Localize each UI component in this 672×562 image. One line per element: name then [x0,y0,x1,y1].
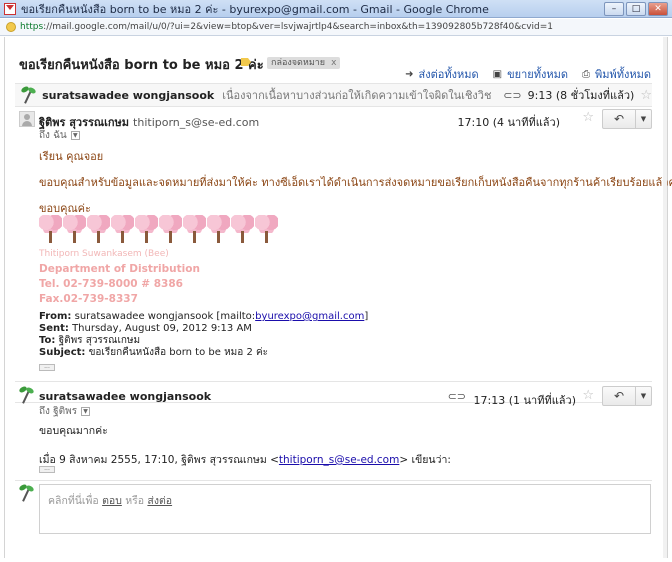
window-title: ขอเรียกคืนหนังสือ born to be หมอ 2 ค่ะ -… [21,2,489,16]
more-options-chevron-icon[interactable]: ▼ [636,109,652,129]
message-to: ถึง ฉัน ▼ [39,128,80,143]
reply-button-group: ↶ ▼ [602,109,652,129]
cherry-tree-icon [159,215,182,243]
message-expanded-2: suratsawadee wongjansook ถึง ฐิติพร ▼ ⊂⊃ … [15,381,652,481]
reply-area: คลิกที่นี่เพื่อ ตอบ หรือ ส่งต่อ [15,483,652,538]
quoted-email-link[interactable]: byurexpo@gmail.com [255,311,364,322]
collapsed-snippet: เนื่องจากเนื้อหาบางส่วนก่อให้เกิดความเข้… [222,89,492,102]
message-time: 17:13 (1 นาทีที่แล้ว) [473,394,576,407]
details-dropdown-icon[interactable]: ▼ [70,131,80,140]
remove-label-icon[interactable]: x [331,58,336,68]
quoted-header: From: suratsawadee wongjansook [mailto:b… [39,311,369,358]
cherry-blossom-banner [39,215,278,243]
star-icon[interactable]: ☆ [582,388,594,403]
cherry-tree-icon [135,215,158,243]
page-scrollbar[interactable] [663,37,667,558]
printer-icon: ⎙ [581,68,590,80]
message-body: ขอบคุณมากค่ะ เมื่อ 9 สิงหาคม 2555, 17:10… [39,425,451,466]
forward-all-button[interactable]: ➜ ส่งต่อทั้งหมด [405,65,479,83]
maximize-button[interactable]: □ [626,2,646,16]
cherry-tree-icon [111,215,134,243]
message-time: 17:10 (4 นาทีที่แล้ว) [457,116,560,129]
sender-avatar-icon [17,385,35,404]
cherry-tree-icon [183,215,206,243]
star-icon[interactable]: ☆ [640,88,652,103]
cherry-tree-icon [255,215,278,243]
gmail-popout-page: ขอเรียกคืนหนังสือ born to be หมอ 2 ค่ะ ก… [4,37,672,558]
reply-button[interactable]: ↶ [602,109,636,129]
collapsed-sender: suratsawadee wongjansook [42,88,215,102]
cherry-tree-icon [231,215,254,243]
reply-input-box[interactable]: คลิกที่นี่เพื่อ ตอบ หรือ ส่งต่อ [39,484,651,534]
thread-actions: ➜ ส่งต่อทั้งหมด ▣ ขยายทั้งหมด ⎙ พิมพ์ทั้งหม… [405,65,651,83]
star-icon[interactable]: ☆ [582,110,594,125]
close-button[interactable]: ✕ [648,2,668,16]
expand-icon: ▣ [492,68,503,80]
reply-button[interactable]: ↶ [602,386,636,406]
print-all-button[interactable]: ⎙ พิมพ์ทั้งหมด [582,65,651,83]
quoted-email-link[interactable]: thitiporn_s@se-ed.com [279,454,399,466]
show-trimmed-content-button[interactable]: ... [39,364,55,371]
collapsed-message[interactable]: suratsawadee wongjansook เนื่องจากเนื้อห… [15,83,652,107]
reply-link[interactable]: ตอบ [102,495,122,507]
default-avatar-icon [19,111,35,127]
gmail-favicon-icon [4,2,16,15]
minimize-button[interactable]: – [604,2,624,16]
message-body: เรียน คุณจอย ขอบคุณสำหรับข้อมูลและจดหมาย… [39,150,672,215]
forward-icon: ➜ [405,68,414,80]
cherry-tree-icon [87,215,110,243]
my-avatar-icon [17,483,35,502]
cherry-tree-icon [63,215,86,243]
expand-all-button[interactable]: ▣ ขยายทั้งหมด [493,65,568,83]
cherry-tree-icon [207,215,230,243]
window-titlebar: ขอเรียกคืนหนังสือ born to be หมอ 2 ค่ะ -… [0,0,672,18]
more-options-chevron-icon[interactable]: ▼ [636,386,652,406]
email-signature: Thitiporn Suwankasem (Bee) Department of… [39,249,200,305]
reply-button-group: ↶ ▼ [602,386,652,406]
sender-avatar-icon [19,85,37,104]
address-bar[interactable]: https://mail.google.com/mail/u/0/?ui=2&v… [0,19,672,36]
show-trimmed-content-button[interactable]: ... [39,466,55,473]
label-chip-inbox[interactable]: กล่องจดหมาย x [267,57,341,69]
attachment-icon: ⊂⊃ [447,390,466,403]
secure-lock-icon [6,22,16,32]
collapsed-time: 9:13 (8 ชั่วโมงที่แล้ว) [527,89,635,102]
thread-subject: ขอเรียกคืนหนังสือ born to be หมอ 2 ค่ะ [19,58,264,73]
attachment-icon: ⊂⊃ [503,88,522,102]
address-url[interactable]: https://mail.google.com/mail/u/0/?ui=2&v… [20,22,660,32]
message-to: ถึง ฐิติพร ▼ [39,404,91,419]
details-dropdown-icon[interactable]: ▼ [81,407,91,416]
window-controls: – □ ✕ [604,2,668,16]
cherry-tree-icon [39,215,62,243]
message-expanded-1: ฐิติพร สุวรรณเกษม thitiporn_s@se-ed.com ถ… [15,107,672,403]
message-from: suratsawadee wongjansook [39,390,212,403]
forward-link[interactable]: ส่งต่อ [147,495,172,507]
